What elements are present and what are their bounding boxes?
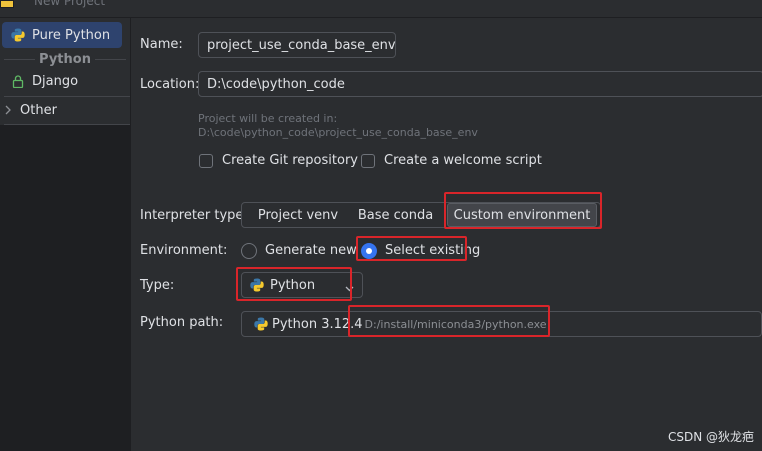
location-hint-title: Project will be created in:: [198, 112, 338, 125]
python-icon: [250, 278, 264, 292]
python-path-value: D:/install/miniconda3/python.exe: [364, 317, 547, 331]
welcome-script-checkbox[interactable]: [361, 154, 375, 168]
python-path-label: Python path:: [140, 315, 224, 330]
name-input[interactable]: project_use_conda_base_env: [198, 32, 396, 58]
type-dropdown[interactable]: Python: [241, 272, 363, 298]
project-form: Name: project_use_conda_base_env Locatio…: [131, 18, 762, 451]
lock-icon: [10, 73, 26, 89]
watermark: CSDN @狄龙疤: [667, 430, 754, 444]
generate-new-label: Generate new: [265, 243, 357, 258]
sidebar-item-label: Django: [32, 73, 79, 89]
tab-custom-environment[interactable]: Custom environment: [447, 203, 597, 227]
sidebar: Pure Python Python Django Other: [0, 18, 131, 451]
name-label: Name:: [140, 37, 183, 52]
title-bar: New Project: [0, 0, 762, 18]
python-icon: [10, 27, 26, 43]
app-icon: [0, 0, 14, 8]
tab-project-venv[interactable]: Project venv: [248, 203, 348, 227]
create-git-label: Create Git repository: [222, 153, 358, 168]
sidebar-item-django[interactable]: Django: [2, 68, 122, 94]
select-existing-label: Select existing: [385, 243, 481, 258]
group-label-python: Python: [0, 51, 130, 67]
sidebar-item-pure-python[interactable]: Pure Python: [2, 22, 122, 48]
type-label: Type:: [140, 278, 175, 293]
create-git-checkbox[interactable]: [199, 154, 213, 168]
location-label: Location:: [140, 77, 200, 92]
chevron-right-icon: [2, 102, 14, 118]
python-version: Python 3.12.4: [272, 316, 363, 332]
environment-label: Environment:: [140, 243, 228, 258]
select-existing-radio[interactable]: [361, 243, 377, 259]
sidebar-item-other[interactable]: Other: [0, 97, 120, 123]
welcome-script-label: Create a welcome script: [384, 153, 542, 168]
window-title: New Project: [34, 0, 106, 8]
sidebar-empty-area: [0, 125, 130, 451]
sidebar-item-label: Other: [20, 102, 57, 118]
tab-base-conda[interactable]: Base conda: [348, 203, 443, 227]
chevron-down-icon: [345, 281, 354, 296]
interpreter-type-label: Interpreter type:: [140, 208, 248, 223]
location-hint-path: D:\code\python_code\project_use_conda_ba…: [198, 126, 478, 139]
interpreter-type-selector: Project venv Base conda Custom environme…: [241, 202, 601, 228]
python-path-input[interactable]: Python 3.12.4 D:/install/miniconda3/pyth…: [241, 311, 762, 337]
python-icon: [254, 317, 268, 331]
type-value: Python: [270, 277, 316, 293]
location-input[interactable]: D:\code\python_code: [198, 71, 762, 97]
generate-new-radio[interactable]: [241, 243, 257, 259]
sidebar-item-label: Pure Python: [32, 27, 111, 43]
